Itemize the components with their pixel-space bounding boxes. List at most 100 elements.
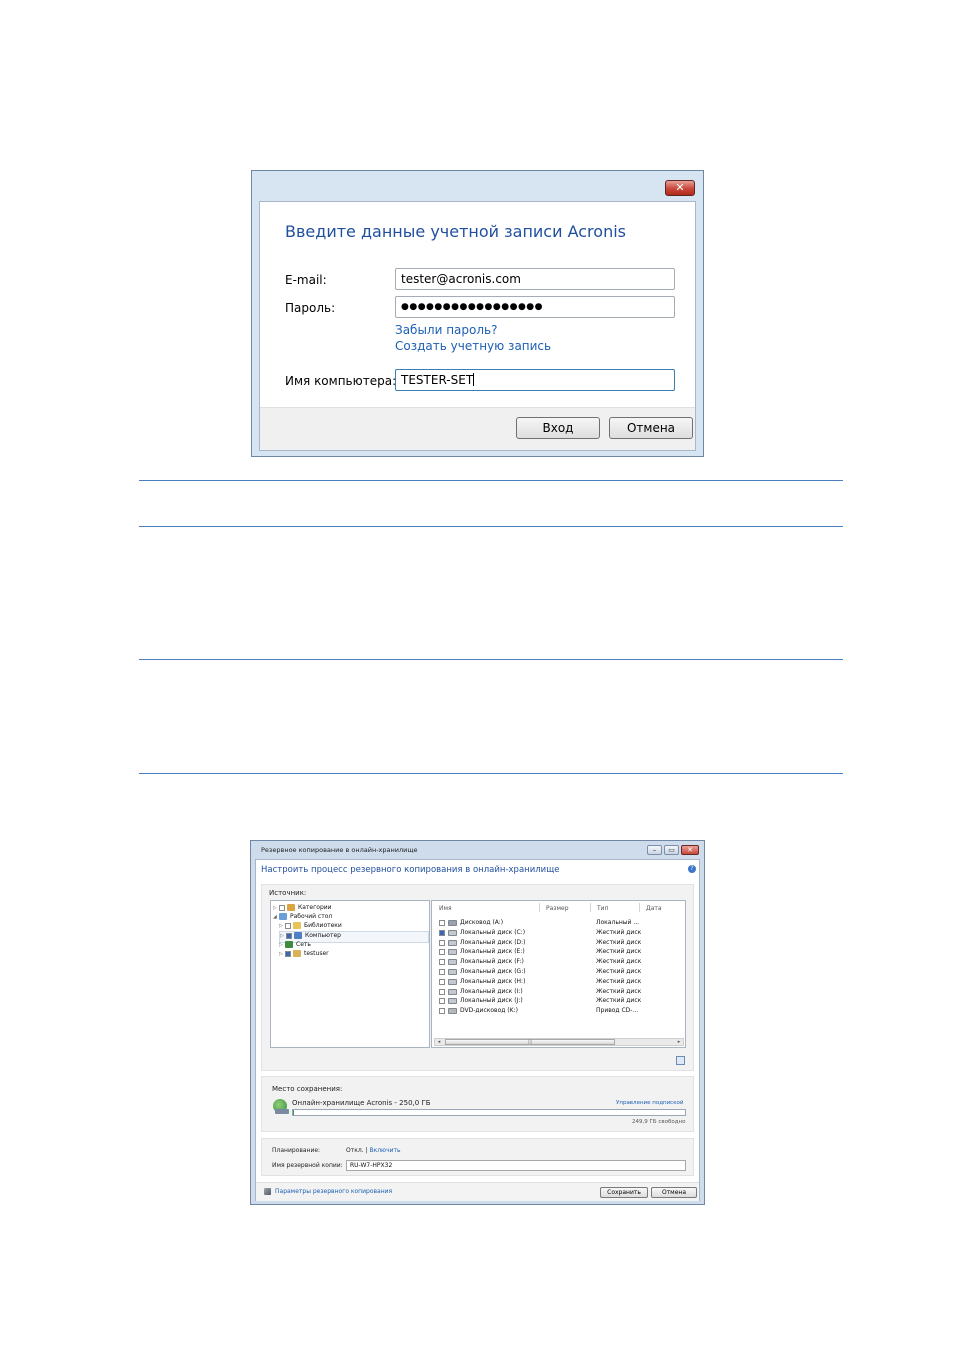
column-separator[interactable]	[539, 903, 540, 912]
folder-icon	[293, 922, 301, 929]
password-field[interactable]: ●●●●●●●●●●●●●●●●●	[395, 296, 675, 318]
checkbox[interactable]	[439, 920, 445, 926]
file-row[interactable]: Локальный диск (I:) Жесткий диск	[432, 987, 685, 997]
file-name: Локальный диск (D:)	[460, 938, 526, 946]
forgot-password-link[interactable]: Забыли пароль?	[395, 323, 497, 337]
column-header-date[interactable]: Дата	[646, 905, 662, 912]
file-name: Локальный диск (H:)	[460, 977, 526, 985]
column-header-size[interactable]: Размер	[546, 905, 569, 912]
tree-item-label: Рабочий стол	[290, 913, 333, 920]
checkbox[interactable]	[285, 922, 291, 929]
file-row[interactable]: Локальный диск (D:) Жесткий диск	[432, 938, 685, 948]
source-panel: Источник: ▷ Категории ◢ Рабочий стол ▷ Библ…	[261, 884, 694, 1071]
maximize-button[interactable]: ▭	[664, 845, 679, 855]
window-title: Резервное копирование в онлайн-хранилище	[261, 846, 418, 854]
file-type: Привод CD-...	[596, 1007, 639, 1015]
scroll-left-icon[interactable]: ◂	[435, 1039, 443, 1045]
file-type: Жесткий диск	[596, 948, 642, 956]
column-header-name[interactable]: Имя	[439, 905, 452, 912]
folder-tree: ▷ Категории ◢ Рабочий стол ▷ Библиотеки ▷ Ко…	[270, 900, 430, 1048]
file-name: DVD-дисковод (K:)	[460, 1007, 518, 1015]
file-type: Жесткий диск	[596, 938, 642, 946]
file-row[interactable]: Локальный диск (G:) Жесткий диск	[432, 967, 685, 977]
file-name: Дисковод (A:)	[460, 919, 504, 926]
file-name: Локальный диск (J:)	[460, 997, 523, 1005]
backup-name-field[interactable]: RU-W7-HPX32	[346, 1160, 686, 1171]
file-row[interactable]: DVD-дисковод (K:) Привод CD-...	[432, 1006, 685, 1016]
checkbox[interactable]	[439, 1008, 445, 1015]
tree-item-label: testuser	[304, 950, 329, 957]
column-separator[interactable]	[639, 903, 640, 912]
checkbox[interactable]	[439, 988, 445, 995]
categories-icon	[287, 904, 295, 911]
checkbox[interactable]	[286, 932, 292, 939]
divider-line	[139, 526, 843, 527]
checkbox[interactable]	[439, 978, 445, 985]
column-separator[interactable]	[590, 903, 591, 912]
divider-line	[139, 773, 843, 774]
dialog-heading: Настроить процесс резервного копирования…	[261, 865, 560, 875]
create-account-link[interactable]: Создать учетную запись	[395, 339, 551, 353]
panel-option-checkbox[interactable]	[676, 1056, 685, 1065]
checkbox[interactable]	[279, 904, 285, 911]
backup-name-label: Имя резервной копии:	[272, 1162, 343, 1169]
file-row[interactable]: Локальный диск (E:) Жесткий диск	[432, 947, 685, 957]
close-button[interactable]: ✕	[665, 180, 695, 196]
hard-disk-icon	[448, 949, 457, 956]
schedule-status: Откл. | Включить	[346, 1147, 401, 1154]
backup-options-link[interactable]: Параметры резервного копирования	[275, 1188, 392, 1195]
login-button[interactable]: Вход	[516, 417, 600, 439]
backup-dialog-body: Настроить процесс резервного копирования…	[255, 859, 700, 1201]
checkbox[interactable]	[439, 959, 445, 966]
hard-disk-icon	[448, 929, 457, 936]
hard-disk-icon	[448, 939, 457, 946]
checkbox[interactable]	[439, 998, 445, 1005]
file-row[interactable]: Локальный диск (C:) Жесткий диск	[432, 928, 685, 938]
scroll-thumb[interactable]: |||	[445, 1039, 615, 1045]
help-icon[interactable]: ?	[688, 865, 696, 873]
save-button[interactable]: Сохранить	[600, 1187, 648, 1198]
file-name: Локальный диск (I:)	[460, 987, 523, 995]
tree-item-testuser[interactable]: ▷ testuser	[279, 950, 329, 960]
settings-panel: Планирование: Откл. | Включить Имя резер…	[261, 1138, 694, 1176]
schedule-enable-link[interactable]: Включить	[369, 1147, 400, 1154]
checkbox[interactable]	[439, 929, 445, 936]
cancel-button[interactable]: Отмена	[651, 1187, 697, 1198]
file-list: Имя Размер Тип Дата Дисковод (A:) Локальн…	[431, 900, 686, 1048]
file-row[interactable]: Локальный диск (F:) Жесткий диск	[432, 957, 685, 967]
file-row[interactable]: Дисковод (A:) Локальный ...	[432, 918, 685, 928]
checkbox[interactable]	[439, 949, 445, 956]
schedule-off: Откл.	[346, 1147, 364, 1154]
storage-name: Онлайн-хранилище Acronis - 250,0 ГБ	[292, 1099, 431, 1107]
computer-name-field[interactable]: TESTER-SET	[395, 369, 675, 391]
checkbox[interactable]	[285, 950, 291, 957]
source-label: Источник:	[269, 889, 307, 897]
checkbox[interactable]	[439, 939, 445, 946]
email-field[interactable]: tester@acronis.com	[395, 268, 675, 290]
horizontal-scrollbar[interactable]: ◂ ||| ▸	[434, 1038, 684, 1046]
login-dialog-body: Введите данные учетной записи Acronis E-…	[259, 201, 696, 451]
schedule-separator: |	[365, 1147, 368, 1154]
file-type: Жесткий диск	[596, 977, 642, 985]
divider-line	[139, 659, 843, 660]
computer-name-value: TESTER-SET	[401, 373, 474, 387]
file-row[interactable]: Локальный диск (H:) Жесткий диск	[432, 977, 685, 987]
scroll-right-icon[interactable]: ▸	[675, 1039, 683, 1045]
manage-subscription-link[interactable]: Управление подпиской	[616, 1100, 683, 1106]
file-type: Жесткий диск	[596, 968, 642, 975]
file-row[interactable]: Локальный диск (J:) Жесткий диск	[432, 996, 685, 1006]
minimize-button[interactable]: –	[647, 845, 662, 855]
computer-name-label: Имя компьютера:	[285, 374, 397, 388]
hard-disk-icon	[448, 978, 457, 985]
user-folder-icon	[293, 950, 301, 957]
wrench-icon	[264, 1188, 271, 1195]
schedule-label: Планирование:	[272, 1147, 321, 1154]
destination-panel: Место сохранения: Онлайн-хранилище Acron…	[261, 1076, 694, 1132]
close-button[interactable]: ✕	[681, 845, 699, 855]
destination-label: Место сохранения:	[272, 1085, 343, 1093]
column-header-type[interactable]: Тип	[597, 905, 609, 912]
computer-icon	[294, 932, 302, 939]
tree-item-label: Сеть	[296, 941, 311, 948]
cancel-button[interactable]: Отмена	[609, 417, 693, 439]
checkbox[interactable]	[439, 969, 445, 975]
